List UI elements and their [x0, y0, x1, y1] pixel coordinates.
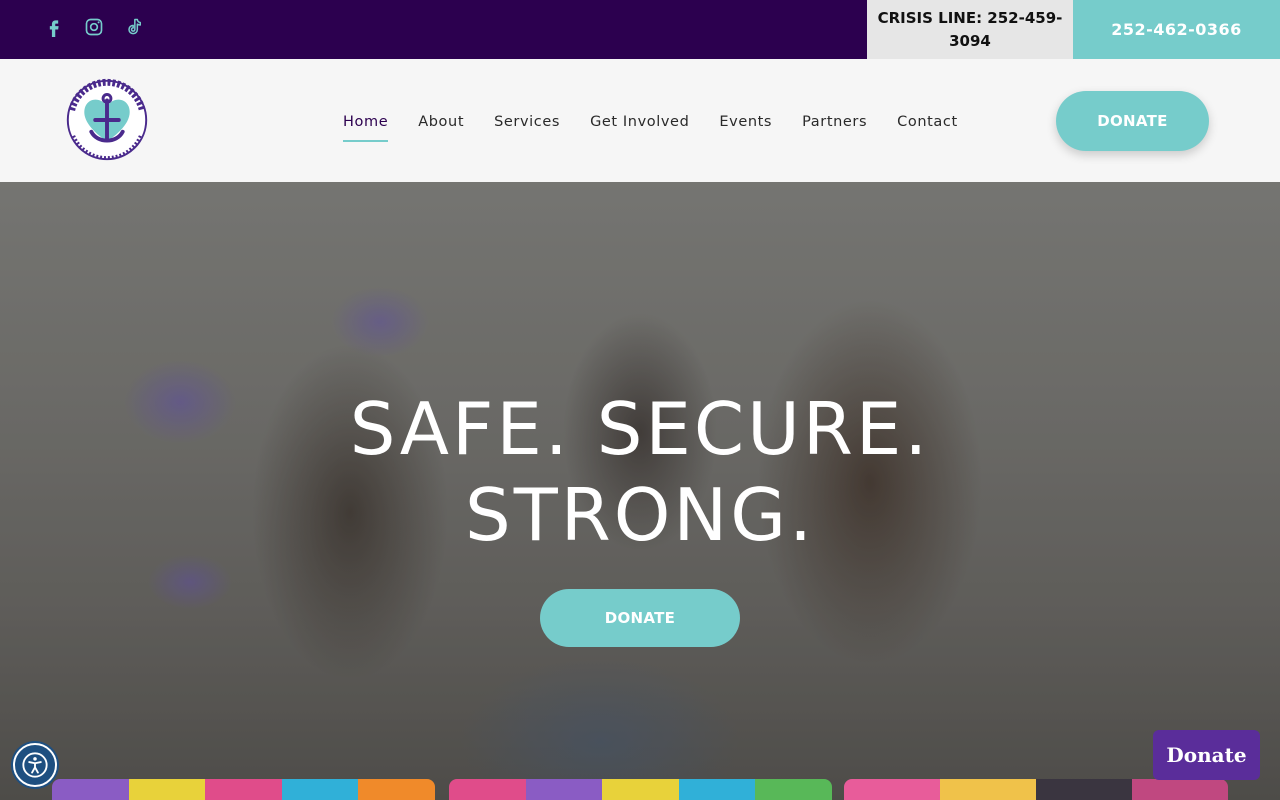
hero-title: SAFE. SECURE. STRONG. [0, 386, 1280, 558]
accessibility-icon [22, 752, 48, 778]
nav-services[interactable]: Services [494, 114, 560, 140]
nav-events[interactable]: Events [719, 114, 772, 140]
hero-section: SAFE. SECURE. STRONG. DONATE [0, 182, 1280, 800]
nav-get-involved[interactable]: Get Involved [590, 114, 689, 140]
hero-title-line-2: STRONG. [465, 473, 815, 557]
floating-donate-button[interactable]: Donate [1153, 730, 1260, 780]
phone-link[interactable]: 252-462-0366 [1073, 0, 1280, 59]
header-donate-button[interactable]: DONATE [1056, 91, 1209, 151]
phone-number: 252-462-0366 [1111, 20, 1242, 39]
site-header: Home About Services Get Involved Events … [0, 59, 1280, 182]
accessibility-button[interactable] [13, 743, 57, 787]
tiktok-icon[interactable] [123, 16, 145, 38]
hero-donate-label: DONATE [604, 609, 676, 627]
instagram-icon[interactable] [83, 16, 105, 38]
header-donate-label: DONATE [1097, 112, 1168, 130]
feature-card-1[interactable] [52, 779, 435, 800]
crisis-line[interactable]: CRISIS LINE: 252-459-3094 [867, 0, 1073, 59]
crisis-line-text: CRISIS LINE: 252-459-3094 [877, 8, 1063, 50]
feature-card-3[interactable] [844, 779, 1228, 800]
nav-home[interactable]: Home [343, 114, 389, 142]
hero-donate-button[interactable]: DONATE [540, 589, 740, 647]
top-bar: CRISIS LINE: 252-459-3094 252-462-0366 [0, 0, 1280, 59]
site-logo[interactable] [58, 71, 156, 169]
nav-about[interactable]: About [418, 114, 464, 140]
feature-card-2[interactable] [449, 779, 832, 800]
main-nav: Home About Services Get Involved Events … [343, 114, 958, 142]
hero-title-line-1: SAFE. SECURE. [349, 387, 931, 471]
nav-contact[interactable]: Contact [897, 114, 958, 140]
nav-partners[interactable]: Partners [802, 114, 867, 140]
floating-donate-label: Donate [1166, 743, 1247, 767]
facebook-icon[interactable] [43, 16, 65, 38]
